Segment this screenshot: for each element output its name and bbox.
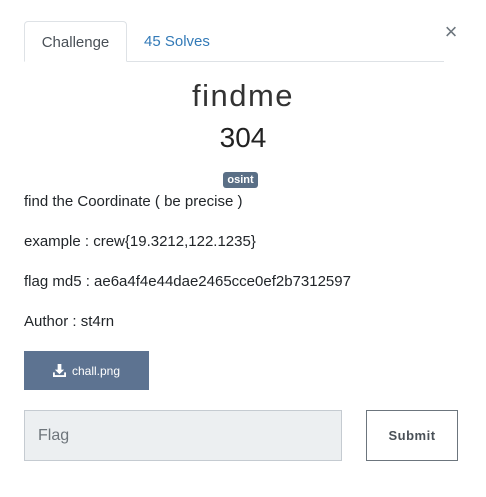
description-line: find the Coordinate ( be precise ) (24, 193, 243, 210)
download-file-label: chall.png (71, 363, 121, 378)
description-line: example : crew{19.3212,122.1235} (24, 233, 256, 250)
download-file-button[interactable]: chall.png (24, 351, 149, 390)
tab-challenge[interactable]: Challenge (24, 21, 127, 62)
modal-tab-bar: Challenge 45 Solves (24, 21, 444, 62)
tab-solves[interactable]: 45 Solves (144, 21, 210, 62)
submit-button[interactable]: Submit (366, 410, 458, 461)
close-icon[interactable]: × (442, 21, 460, 43)
challenge-tag: osint (223, 172, 258, 188)
description-line: flag md5 : ae6a4f4e44dae2465cce0ef2b7312… (24, 273, 351, 290)
challenge-points: 304 (219, 122, 267, 153)
description-line: Author : st4rn (24, 313, 115, 330)
download-icon (52, 364, 66, 377)
flag-input[interactable] (24, 410, 342, 461)
challenge-title: findme (191, 78, 295, 113)
